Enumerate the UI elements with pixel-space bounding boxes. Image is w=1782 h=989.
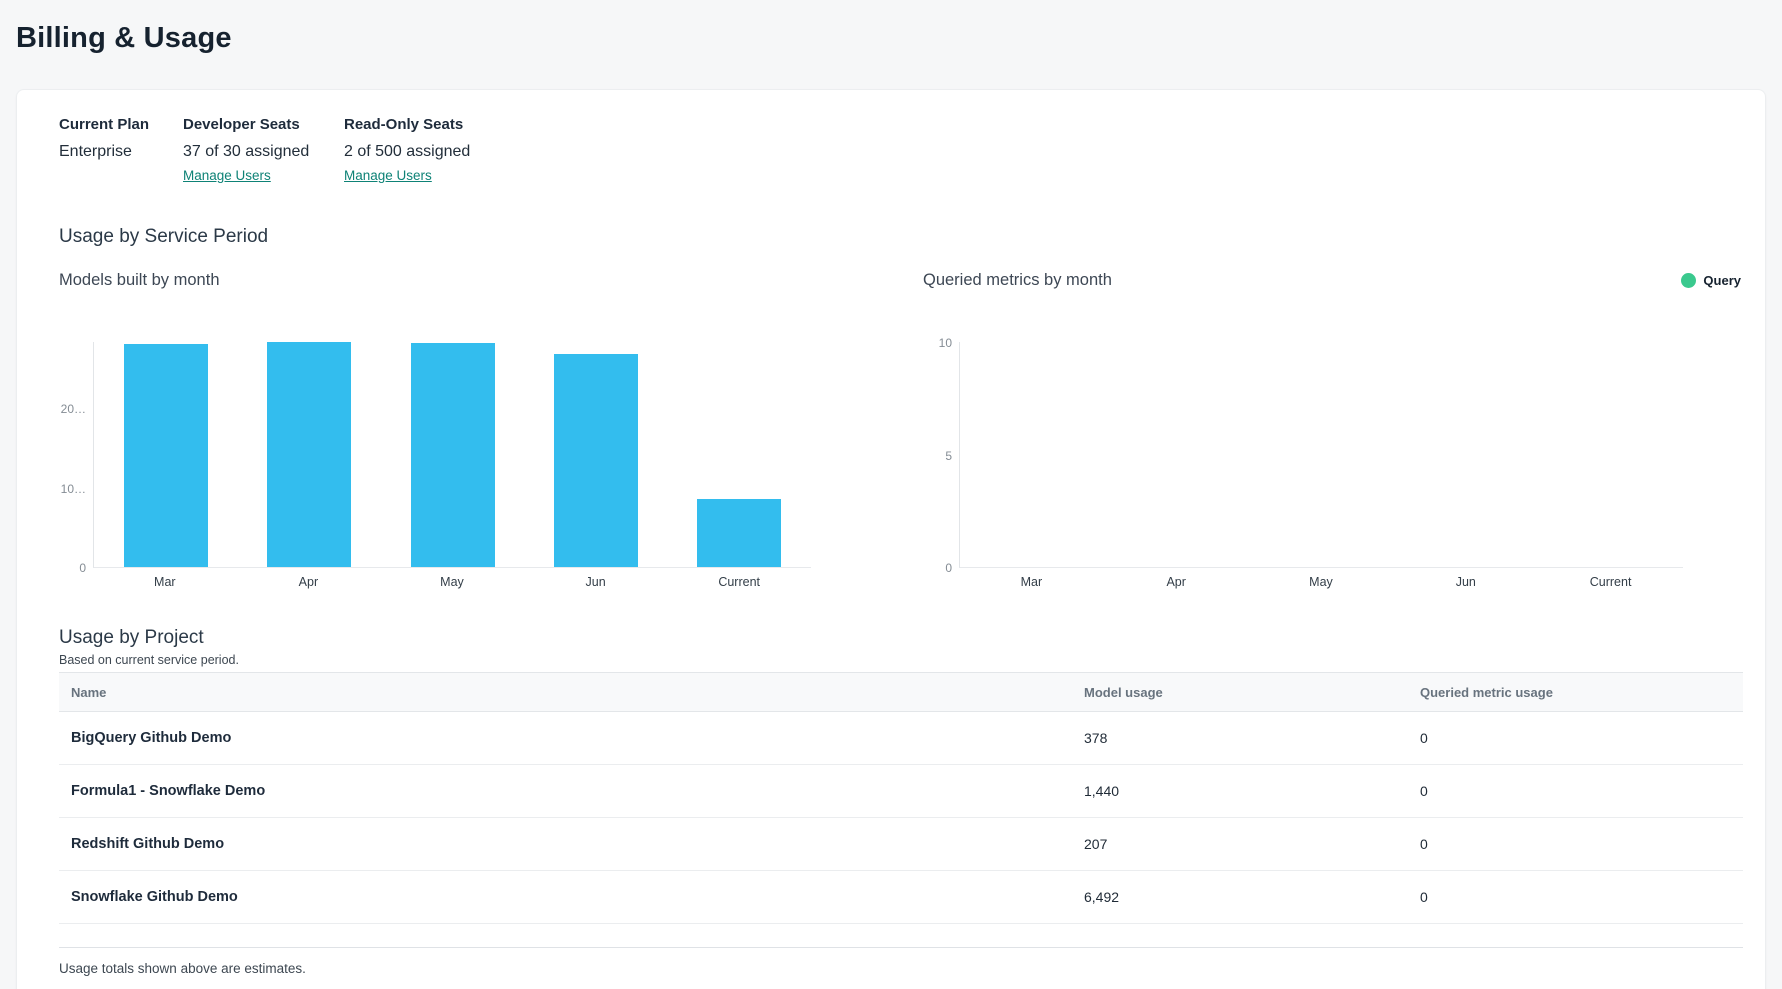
legend-query-dot-icon: [1681, 273, 1696, 288]
bar-mar: [124, 344, 208, 567]
project-name: Snowflake Github Demo: [59, 889, 1084, 905]
model-usage-value: 378: [1084, 730, 1420, 746]
usage-by-project-subtitle: Based on current service period.: [59, 652, 1741, 668]
queried-metrics-chart: Queried metrics by month Query 0510 MarA…: [907, 269, 1741, 570]
x-tick-label: Apr: [1104, 575, 1249, 590]
table-header-row: Name Model usage Queried metric usage: [59, 672, 1743, 712]
usage-footnote: Usage totals shown above are estimates.: [59, 960, 1741, 977]
current-plan-label: Current Plan: [59, 116, 183, 134]
x-tick-label: May: [380, 575, 524, 590]
developer-seats-value: 37 of 30 assigned: [183, 142, 344, 162]
y-tick-label: 0: [945, 561, 952, 575]
current-plan-column: Current Plan Enterprise: [59, 116, 183, 185]
table-row: Formula1 - Snowflake Demo1,4400: [59, 765, 1743, 818]
x-axis-labels: MarAprMayJunCurrent: [93, 575, 811, 590]
bottom-divider: [59, 947, 1743, 948]
manage-users-link-readonly[interactable]: Manage Users: [344, 167, 432, 185]
y-axis-labels: 010…20…: [59, 342, 93, 568]
billing-card: Current Plan Enterprise Developer Seats …: [16, 89, 1766, 989]
readonly-seats-value: 2 of 500 assigned: [344, 142, 470, 162]
y-tick-label: 0: [79, 561, 86, 575]
table-row: Redshift Github Demo2070: [59, 818, 1743, 871]
y-tick-label: 10: [939, 336, 952, 350]
plot-wrap: 0510: [923, 342, 1741, 568]
page-header: Billing & Usage: [0, 0, 1782, 55]
plot-wrap: 010…20…: [59, 342, 907, 568]
table-row: Snowflake Github Demo6,4920: [59, 871, 1743, 924]
queried-metric-usage-value: 0: [1420, 889, 1743, 905]
chart-head: Queried metrics by month Query: [923, 269, 1741, 291]
model-usage-value: 6,492: [1084, 889, 1420, 905]
legend-query-label: Query: [1703, 273, 1741, 288]
plot-area: [959, 342, 1683, 568]
usage-by-service-period-heading: Usage by Service Period: [59, 225, 1741, 249]
usage-by-project-heading: Usage by Project: [59, 626, 1741, 650]
plot-area: [93, 342, 811, 568]
y-tick-label: 20…: [61, 402, 86, 416]
models-built-chart-title: Models built by month: [59, 269, 220, 291]
column-header-model-usage: Model usage: [1084, 685, 1420, 700]
project-name: Redshift Github Demo: [59, 836, 1084, 852]
y-tick-label: 5: [945, 449, 952, 463]
table-row: BigQuery Github Demo3780: [59, 712, 1743, 765]
charts-row: Models built by month 010…20… MarAprMayJ…: [59, 269, 1741, 570]
chart-legend: Query: [1681, 273, 1741, 288]
billing-usage-page: Billing & Usage Current Plan Enterprise …: [0, 0, 1782, 989]
model-usage-value: 207: [1084, 836, 1420, 852]
x-axis-labels: MarAprMayJunCurrent: [959, 575, 1683, 590]
x-tick-label: Mar: [959, 575, 1104, 590]
usage-by-project-table: Name Model usage Queried metric usage Bi…: [59, 672, 1743, 924]
model-usage-value: 1,440: [1084, 783, 1420, 799]
column-header-name: Name: [59, 685, 1084, 700]
project-name: Formula1 - Snowflake Demo: [59, 783, 1084, 799]
manage-users-link-developer[interactable]: Manage Users: [183, 167, 271, 185]
x-tick-label: May: [1249, 575, 1394, 590]
plan-summary: Current Plan Enterprise Developer Seats …: [59, 116, 1741, 185]
models-built-chart: Models built by month 010…20… MarAprMayJ…: [59, 269, 907, 570]
project-name: BigQuery Github Demo: [59, 730, 1084, 746]
page-title: Billing & Usage: [16, 22, 1766, 55]
y-axis-labels: 0510: [923, 342, 959, 568]
bar-apr: [267, 342, 351, 567]
chart-head: Models built by month: [59, 269, 907, 291]
x-tick-label: Jun: [1393, 575, 1538, 590]
column-header-queried-metric: Queried metric usage: [1420, 685, 1743, 700]
queried-metric-usage-value: 0: [1420, 783, 1743, 799]
readonly-seats-label: Read-Only Seats: [344, 116, 470, 134]
x-tick-label: Current: [667, 575, 811, 590]
queried-metric-usage-value: 0: [1420, 836, 1743, 852]
x-tick-label: Mar: [93, 575, 237, 590]
developer-seats-label: Developer Seats: [183, 116, 344, 134]
y-tick-label: 10…: [61, 482, 86, 496]
current-plan-value: Enterprise: [59, 142, 183, 162]
x-tick-label: Apr: [237, 575, 381, 590]
usage-table-body: BigQuery Github Demo3780Formula1 - Snowf…: [59, 712, 1743, 924]
bar-may: [411, 343, 495, 567]
readonly-seats-column: Read-Only Seats 2 of 500 assigned Manage…: [344, 116, 470, 185]
developer-seats-column: Developer Seats 37 of 30 assigned Manage…: [183, 116, 344, 185]
x-tick-label: Current: [1538, 575, 1683, 590]
queried-metric-usage-value: 0: [1420, 730, 1743, 746]
bar-jun: [554, 354, 638, 567]
queried-metrics-chart-title: Queried metrics by month: [923, 269, 1112, 291]
bar-current: [697, 499, 781, 567]
x-tick-label: Jun: [524, 575, 668, 590]
